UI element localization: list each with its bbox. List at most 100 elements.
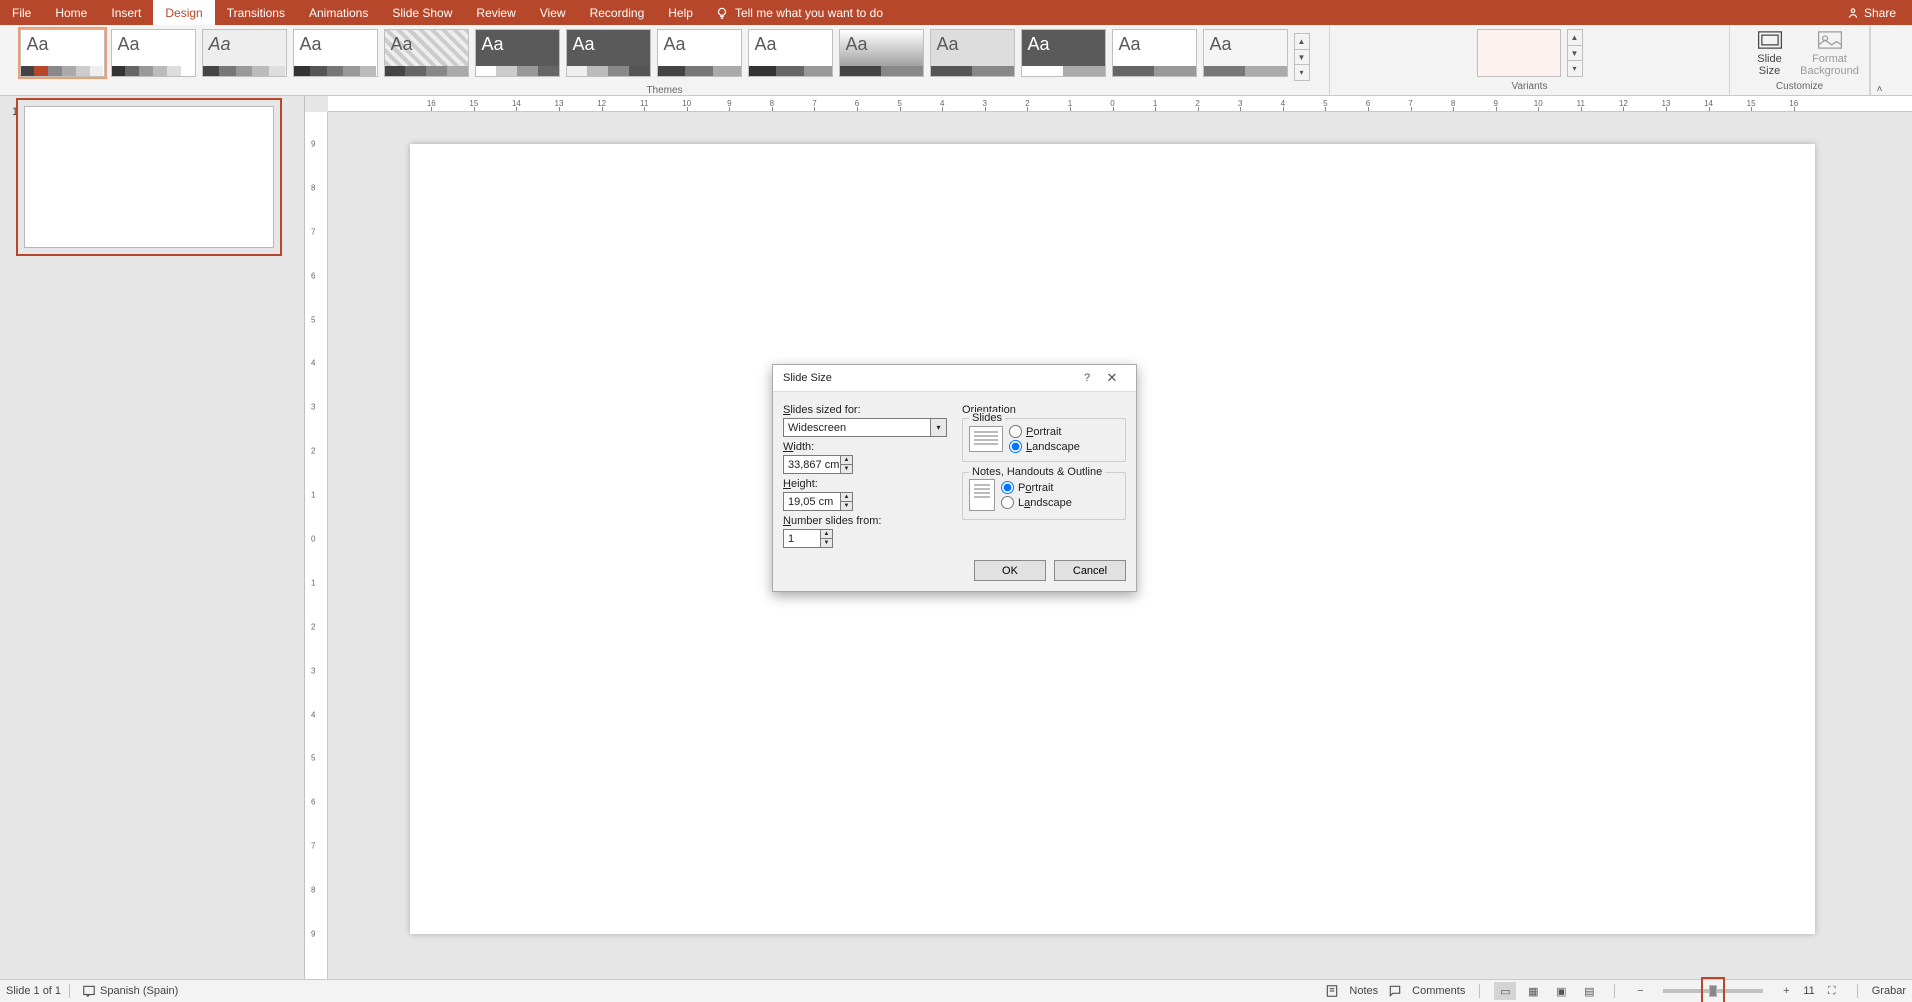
theme-swatch[interactable]: Aa (384, 29, 469, 77)
tab-home[interactable]: Home (43, 0, 99, 25)
tab-recording[interactable]: Recording (578, 0, 657, 25)
design-panel: Aa Aa Aa Aa Aa Aa Aa Aa Aa Aa Aa Aa Aa A… (0, 25, 1912, 96)
themes-scroll-up[interactable]: ▲ (1295, 34, 1309, 50)
width-label: Width: (783, 441, 948, 453)
sorter-view-button[interactable]: ▦ (1522, 982, 1544, 1000)
zoom-slider-thumb[interactable] (1709, 985, 1717, 997)
tab-review[interactable]: Review (464, 0, 527, 25)
dialog-close-button[interactable]: ✕ (1098, 370, 1126, 386)
page-landscape-icon (969, 426, 1003, 452)
theme-swatch[interactable]: Aa (111, 29, 196, 77)
format-background-button[interactable]: Format Background (1804, 29, 1856, 77)
share-label: Share (1864, 6, 1896, 20)
height-spinner[interactable]: 19,05 cm ▲▼ (783, 492, 853, 511)
zoom-in-button[interactable]: + (1775, 982, 1797, 1000)
variants-expand[interactable]: ▾ (1568, 61, 1582, 76)
theme-swatch[interactable]: Aa (1021, 29, 1106, 77)
themes-gallery: Aa Aa Aa Aa Aa Aa Aa Aa Aa Aa Aa Aa Aa A… (14, 25, 1316, 85)
tab-slideshow[interactable]: Slide Show (380, 0, 464, 25)
spellcheck-icon[interactable] (78, 982, 100, 1000)
slides-portrait-radio[interactable]: Portrait (1009, 425, 1080, 438)
theme-swatch[interactable]: Aa (657, 29, 742, 77)
slide-thumb-number: 1 (12, 106, 18, 248)
slideshow-view-button[interactable]: ▤ (1578, 982, 1600, 1000)
theme-swatch[interactable]: Aa (1112, 29, 1197, 77)
ribbon-collapse[interactable]: ˄ (1870, 25, 1888, 95)
language-indicator[interactable]: Spanish (Spain) (100, 985, 178, 997)
slide-thumbnail[interactable] (24, 106, 274, 248)
number-from-spinner[interactable]: 1 ▲▼ (783, 529, 833, 548)
variants-scroll-up[interactable]: ▲ (1568, 30, 1582, 46)
share-button[interactable]: Share (1846, 6, 1896, 20)
width-spinner[interactable]: 33,867 cm ▲▼ (783, 455, 853, 474)
theme-swatch[interactable]: Aa (20, 29, 105, 77)
tell-me-label: Tell me what you want to do (735, 6, 883, 20)
themes-scroll-down[interactable]: ▼ (1295, 50, 1309, 66)
slide-count: Slide 1 of 1 (6, 985, 61, 997)
fit-window-button[interactable]: ⛶ (1821, 982, 1843, 1000)
tab-design[interactable]: Design (153, 0, 214, 25)
notes-portrait-radio[interactable]: Portrait (1001, 481, 1072, 494)
number-from-value: 1 (788, 533, 794, 545)
theme-swatch[interactable]: Aa (293, 29, 378, 77)
dialog-title: Slide Size (783, 372, 832, 384)
themes-group-label: Themes (646, 85, 682, 96)
tab-transitions[interactable]: Transitions (215, 0, 297, 25)
height-up[interactable]: ▲ (840, 493, 852, 502)
page-portrait-icon (969, 479, 995, 511)
comments-label[interactable]: Comments (1412, 985, 1465, 997)
width-down[interactable]: ▼ (840, 465, 852, 473)
notes-button[interactable] (1321, 982, 1343, 1000)
theme-swatch[interactable]: Aa (748, 29, 833, 77)
sized-for-combo[interactable]: Widescreen ▾ (783, 418, 947, 437)
horizontal-ruler: 1615141312111098765432101234567891011121… (328, 96, 1912, 112)
slide-size-button[interactable]: Slide Size (1744, 29, 1796, 77)
dialog-titlebar: Slide Size ? ✕ (773, 365, 1136, 392)
notes-orientation-group: Notes, Handouts & Outline Portrait Lands… (962, 472, 1126, 520)
tab-insert[interactable]: Insert (99, 0, 153, 25)
slides-legend: Slides (969, 412, 1005, 424)
notes-label[interactable]: Notes (1349, 985, 1378, 997)
lightbulb-icon (715, 6, 729, 20)
variants-scroll: ▲ ▼ ▾ (1567, 29, 1583, 77)
ribbon-tabs: File Home Insert Design Transitions Anim… (0, 0, 1912, 25)
slide-size-icon (1757, 29, 1783, 51)
tab-animations[interactable]: Animations (297, 0, 380, 25)
themes-scroll: ▲ ▼ ▾ (1294, 33, 1310, 81)
format-bg-icon (1817, 29, 1843, 51)
number-up[interactable]: ▲ (820, 530, 832, 539)
theme-swatch[interactable]: Aa (839, 29, 924, 77)
notes-landscape-radio[interactable]: Landscape (1001, 496, 1072, 509)
theme-swatch[interactable]: Aa (566, 29, 651, 77)
number-down[interactable]: ▼ (820, 539, 832, 547)
ok-button[interactable]: OK (974, 560, 1046, 581)
slide-thumbnail-pane: 1 (0, 96, 305, 979)
theme-swatch[interactable]: Aa (1203, 29, 1288, 77)
tell-me-search[interactable]: Tell me what you want to do (715, 6, 883, 20)
vertical-ruler: 9876543210123456789 (305, 112, 328, 979)
zoom-level[interactable]: 11 (1803, 985, 1814, 997)
record-label[interactable]: Grabar (1872, 985, 1906, 997)
status-bar: Slide 1 of 1 Spanish (Spain) Notes Comme… (0, 979, 1912, 1002)
normal-view-button[interactable]: ▭ (1494, 982, 1516, 1000)
notes-icon (1325, 984, 1339, 998)
comments-button[interactable] (1384, 982, 1406, 1000)
dialog-help-button[interactable]: ? (1076, 372, 1098, 384)
theme-swatch[interactable]: Aa (202, 29, 287, 77)
sized-for-value: Widescreen (788, 422, 846, 434)
reading-view-button[interactable]: ▣ (1550, 982, 1572, 1000)
tab-help[interactable]: Help (656, 0, 705, 25)
tab-file[interactable]: File (0, 0, 43, 25)
zoom-out-button[interactable]: − (1629, 982, 1651, 1000)
slides-landscape-radio[interactable]: Landscape (1009, 440, 1080, 453)
width-up[interactable]: ▲ (840, 456, 852, 465)
themes-expand[interactable]: ▾ (1295, 65, 1309, 80)
height-down[interactable]: ▼ (840, 502, 852, 510)
variants-scroll-down[interactable]: ▼ (1568, 46, 1582, 62)
theme-swatch[interactable]: Aa (475, 29, 560, 77)
zoom-slider[interactable] (1663, 989, 1763, 993)
variant-swatch[interactable] (1477, 29, 1561, 77)
theme-swatch[interactable]: Aa (930, 29, 1015, 77)
tab-view[interactable]: View (528, 0, 578, 25)
cancel-button[interactable]: Cancel (1054, 560, 1126, 581)
